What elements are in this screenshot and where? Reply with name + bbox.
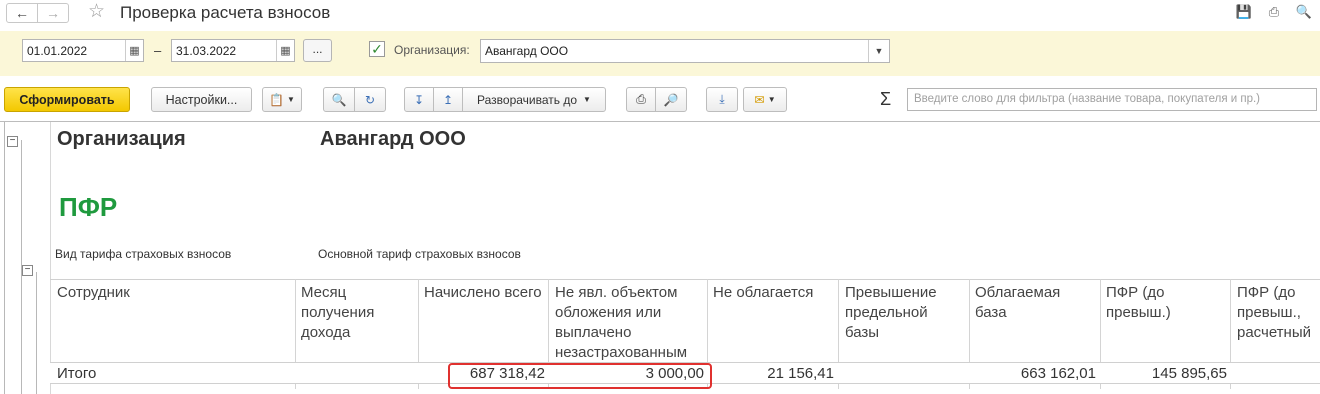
calendar-icon[interactable]: ▦ xyxy=(125,40,143,61)
date-range-dash: – xyxy=(154,43,162,58)
section-title: ПФР xyxy=(59,192,118,222)
gutter-line xyxy=(4,122,5,394)
expand-groups-icon: ↧ xyxy=(413,92,425,107)
print-icon[interactable]: ⎙ xyxy=(1266,4,1282,20)
org-value: Авангард ООО xyxy=(320,128,466,150)
expand-to-dropdown[interactable]: Разворачивать до ▼ xyxy=(462,87,606,112)
total-not-taxed: 21 156,41 xyxy=(767,365,834,382)
forward-button[interactable]: → xyxy=(37,3,69,23)
envelope-icon: ✉ xyxy=(754,93,765,107)
total-pfr: 145 895,65 xyxy=(1151,365,1227,382)
chevron-down-icon: ▼ xyxy=(583,95,591,104)
column-header: Сотрудник xyxy=(57,284,130,301)
find-next-button[interactable]: ↻ xyxy=(354,87,386,112)
chevron-down-icon: ▼ xyxy=(767,95,776,104)
find-button[interactable]: 🔍 xyxy=(323,87,355,112)
title-bar: ← → ☆ Проверка расчета взносов 💾 ⎙ 🔍 xyxy=(0,0,1320,26)
column-header: ПФР (до превыш.) xyxy=(1106,284,1171,321)
tariff-value: Основной тариф страховых взносов xyxy=(318,247,521,261)
organization-field[interactable]: Авангард ООО xyxy=(480,39,890,63)
send-email-button[interactable]: ✉ ▼ xyxy=(743,87,787,112)
preview-icon[interactable]: 🔍 xyxy=(1296,4,1312,20)
org-label: Организация xyxy=(57,128,186,150)
filter-panel: 01.01.2022 ▦ – 31.03.2022 ▦ ... ✓ Органи… xyxy=(0,31,1320,76)
column-header: Облагаемая база xyxy=(975,284,1061,321)
favorite-star-icon[interactable]: ☆ xyxy=(88,1,105,23)
header-divider xyxy=(50,279,1320,280)
download-icon: ⤓ xyxy=(719,92,725,106)
print-preview-button[interactable]: 🔎 xyxy=(655,87,687,112)
tariff-label: Вид тарифа страховых взносов xyxy=(55,247,232,261)
collapse-group-icon[interactable]: − xyxy=(22,265,33,276)
total-taxable-base: 663 162,01 xyxy=(1020,365,1096,382)
collapse-groups-icon: ↥ xyxy=(442,92,454,107)
organization-checkbox[interactable]: ✓ xyxy=(369,41,385,57)
window-title: Проверка расчета взносов xyxy=(120,3,331,22)
gutter-line xyxy=(50,122,51,394)
gutter-line xyxy=(36,272,37,394)
arrow-left-icon: ← xyxy=(15,5,29,21)
collapse-group-icon[interactable]: − xyxy=(7,136,18,147)
preview-icon: 🔎 xyxy=(663,92,679,107)
search-icon: 🔍 xyxy=(331,92,347,107)
column-header: Превышение предельной базы xyxy=(845,284,937,341)
column-header: Начислено всего xyxy=(424,284,542,301)
column-header: Месяц получения дохода xyxy=(301,284,375,341)
command-bar: Сформировать Настройки... 📋 ▼ 🔍 ↻ ↧ ↥ Раз… xyxy=(0,86,1320,114)
total-label: Итого xyxy=(57,365,97,382)
print-button[interactable]: ⎙ xyxy=(626,87,656,112)
highlight-box xyxy=(448,363,712,389)
save-icon[interactable]: 💾 xyxy=(1236,4,1252,20)
checkmark-icon: ✓ xyxy=(371,41,383,57)
report-spreadsheet[interactable]: − − Организация Авангард ООО ПФР Вид тар… xyxy=(0,121,1320,394)
calendar-icon[interactable]: ▦ xyxy=(276,40,294,61)
save-file-button[interactable]: ⤓ xyxy=(706,87,738,112)
print-icon: ⎙ xyxy=(636,92,646,106)
settings-button[interactable]: Настройки... xyxy=(151,87,252,112)
column-header: ПФР (до превыш., расчетный xyxy=(1237,284,1311,341)
column-header: Не облагается xyxy=(713,284,814,301)
column-header: Не явл. объектом обложения или выплачено… xyxy=(555,284,688,361)
sum-icon[interactable]: Σ xyxy=(880,89,891,110)
arrow-right-icon: → xyxy=(46,5,60,21)
period-select-button[interactable]: ... xyxy=(303,39,332,62)
report-variants-icon: 📋 xyxy=(269,92,285,107)
search-next-icon: ↻ xyxy=(364,92,376,107)
back-button[interactable]: ← xyxy=(6,3,38,23)
chevron-down-icon: ▼ xyxy=(287,95,295,104)
chevron-down-icon[interactable]: ▼ xyxy=(868,40,889,62)
organization-label: Организация: xyxy=(394,43,470,57)
collapse-all-button[interactable]: ↥ xyxy=(433,87,463,112)
generate-button[interactable]: Сформировать xyxy=(4,87,130,112)
filter-search-input[interactable]: Введите слово для фильтра (название това… xyxy=(907,88,1317,111)
expand-to-label: Разворачивать до xyxy=(477,92,578,107)
expand-all-button[interactable]: ↧ xyxy=(404,87,434,112)
variants-button[interactable]: 📋 ▼ xyxy=(262,87,302,112)
